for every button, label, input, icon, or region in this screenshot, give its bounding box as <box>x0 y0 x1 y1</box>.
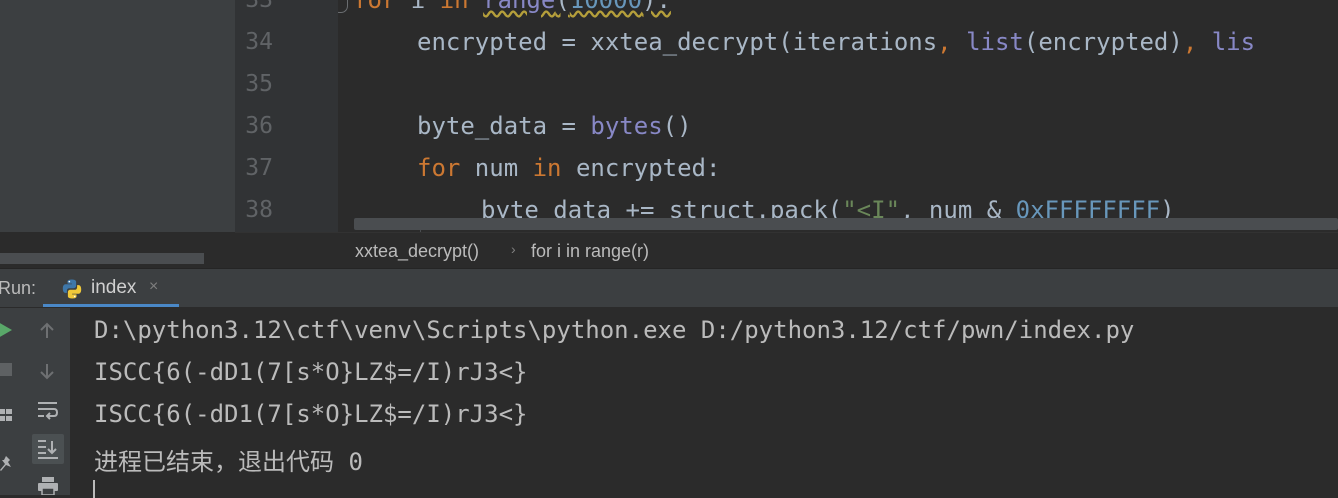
breadcrumb-item[interactable]: for i in range(r) <box>531 241 649 262</box>
code-line-36: byte_data = bytes() <box>417 112 692 140</box>
project-panel-edge <box>0 0 235 232</box>
console-output-line: ISCC{6(-dD1(7[s*O}LZ$=/I)rJ3<} <box>94 400 528 428</box>
project-panel-scrollbar[interactable] <box>0 253 204 264</box>
rerun-icon[interactable] <box>0 320 14 340</box>
scroll-down-icon[interactable] <box>38 362 56 380</box>
console-command-line: D:\python3.12\ctf\venv\Scripts\python.ex… <box>94 316 1135 344</box>
console-exit-message: 进程已结束，退出代码 0 <box>94 448 363 476</box>
code-line-34: encrypted = xxtea_decrypt(iterations, li… <box>417 28 1256 56</box>
editor-horizontal-scrollbar[interactable] <box>354 218 1338 230</box>
code-editor[interactable]: for i in range(10000): encrypted = xxtea… <box>338 0 1338 232</box>
scroll-up-icon[interactable] <box>38 322 56 340</box>
layout-icon[interactable] <box>0 406 16 424</box>
console-output-line: ISCC{6(-dD1(7[s*O}LZ$=/I)rJ3<} <box>94 358 528 386</box>
line-number: 33 <box>245 0 273 13</box>
line-number: 37 <box>245 155 273 181</box>
breadcrumb-item[interactable]: xxtea_decrypt() <box>355 241 479 262</box>
line-number: 36 <box>245 113 273 139</box>
line-number-gutter: 33 34 35 36 37 38 <box>235 0 338 232</box>
line-number: 38 <box>245 197 273 223</box>
python-icon <box>62 279 82 299</box>
text-caret <box>93 480 95 498</box>
line-number: 34 <box>245 29 273 55</box>
scroll-to-end-icon <box>38 440 58 459</box>
run-label: Run: <box>0 278 37 298</box>
soft-wrap-icon[interactable] <box>37 400 59 420</box>
tab-label: index <box>91 277 137 298</box>
stop-icon[interactable] <box>0 362 14 378</box>
indent-guide <box>420 222 421 232</box>
close-icon[interactable]: × <box>149 278 158 296</box>
run-toolbar-secondary <box>26 308 71 495</box>
breadcrumb: xxtea_decrypt() › for i in range(r) <box>235 232 1338 269</box>
breadcrumb-separator: › <box>511 241 516 257</box>
pin-icon[interactable] <box>0 454 16 474</box>
tab-index[interactable]: index × <box>43 269 179 307</box>
scroll-to-end-toggle[interactable] <box>32 434 64 464</box>
fold-marker-icon[interactable] <box>338 0 348 13</box>
code-line-33: for i in range(10000): <box>353 0 671 14</box>
run-console-output[interactable]: D:\python3.12\ctf\venv\Scripts\python.ex… <box>70 308 1338 498</box>
run-toolwindow-header: Run: index × <box>0 269 1338 308</box>
line-number: 35 <box>245 71 273 97</box>
active-tab-indicator <box>43 304 179 307</box>
run-toolbar-primary <box>0 308 26 495</box>
code-line-37: for num in encrypted: <box>417 154 721 182</box>
print-icon[interactable] <box>37 476 59 495</box>
